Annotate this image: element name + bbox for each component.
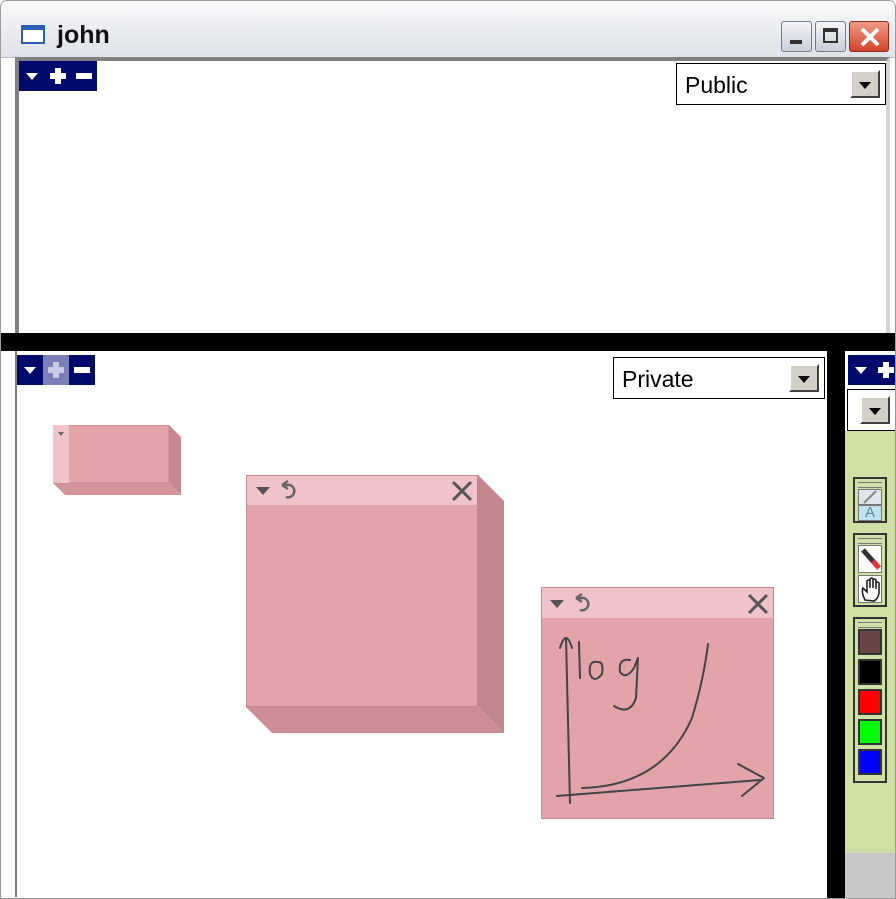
chevron-down-icon: [798, 376, 810, 383]
minimize-button[interactable]: [781, 21, 812, 52]
hand-tool[interactable]: [858, 575, 882, 603]
public-add-button[interactable]: [45, 61, 71, 91]
dropdown-button[interactable]: [860, 396, 890, 424]
chevron-down-icon: [869, 408, 881, 415]
plus-icon: [48, 362, 64, 378]
public-visibility-value: Public: [685, 72, 748, 98]
note-3d-shape: [53, 425, 181, 495]
pen-tool[interactable]: [858, 489, 882, 505]
pen-icon: [863, 490, 877, 504]
close-button[interactable]: [849, 21, 889, 52]
note-blank[interactable]: [246, 475, 506, 735]
dropdown-button[interactable]: [850, 70, 880, 98]
grip-handle[interactable]: [858, 622, 882, 628]
window-icon: [21, 25, 45, 44]
undo-icon[interactable]: [278, 479, 298, 501]
color-swatch[interactable]: [858, 629, 882, 655]
color-swatch[interactable]: [858, 749, 882, 775]
plus-icon: [50, 68, 66, 84]
note-3d-shape: [246, 475, 504, 733]
color-palette: [853, 617, 887, 783]
color-swatch[interactable]: [858, 719, 882, 745]
plus-icon: [877, 362, 894, 378]
public-menu-button[interactable]: [19, 61, 45, 91]
menu-arrow-icon: [855, 366, 867, 374]
color-swatch[interactable]: [858, 689, 882, 715]
private-remove-button[interactable]: [69, 355, 95, 385]
grip-handle[interactable]: [858, 482, 882, 488]
maximize-icon: [823, 28, 838, 43]
minus-icon: [76, 73, 92, 79]
public-remove-button[interactable]: [71, 61, 97, 91]
minimize-icon: [790, 40, 802, 44]
dropdown-button[interactable]: [789, 364, 819, 392]
private-visibility-value: Private: [622, 366, 694, 392]
menu-arrow-icon[interactable]: [550, 600, 564, 610]
text-tool[interactable]: A: [858, 504, 882, 521]
tool-panel-toolbar: [848, 355, 895, 385]
handwritten-sketch: [556, 637, 765, 804]
tool-panel-select[interactable]: [847, 389, 895, 431]
note-small[interactable]: [53, 425, 183, 497]
undo-icon[interactable]: [572, 592, 592, 614]
private-menu-button[interactable]: [17, 355, 43, 385]
tool-menu-button[interactable]: [848, 355, 874, 385]
color-swatch[interactable]: [858, 659, 882, 685]
close-icon: [860, 27, 880, 47]
close-icon[interactable]: [747, 593, 769, 615]
pane-splitter[interactable]: [1, 333, 895, 351]
private-pane-toolbar: [17, 355, 95, 385]
minus-icon: [74, 367, 90, 373]
public-visibility-select[interactable]: Public: [676, 63, 886, 105]
private-visibility-select[interactable]: Private: [613, 357, 825, 399]
maximize-button[interactable]: [815, 21, 846, 52]
private-add-button[interactable]: [43, 355, 69, 385]
title-bar[interactable]: john: [1, 1, 895, 58]
tool-add-button[interactable]: [874, 355, 895, 385]
app-window: john Public Private A: [0, 0, 896, 899]
tool-palette-footer: [845, 853, 895, 898]
text-icon: A: [865, 504, 876, 521]
eraser-icon: [861, 548, 881, 570]
menu-arrow-icon[interactable]: [256, 487, 270, 497]
window-title: john: [57, 21, 110, 49]
close-icon[interactable]: [451, 480, 473, 502]
public-pane-toolbar: [19, 61, 97, 91]
hand-icon: [861, 577, 880, 602]
panel-splitter[interactable]: [827, 351, 845, 898]
edit-tool-group: [853, 533, 887, 607]
grip-handle[interactable]: [858, 538, 882, 544]
note-sketch[interactable]: [541, 587, 774, 819]
menu-arrow-icon: [24, 366, 36, 374]
ink-mode-group: A: [853, 477, 887, 523]
eraser-tool[interactable]: [858, 545, 882, 573]
chevron-down-icon: [859, 82, 871, 89]
menu-arrow-icon: [26, 72, 38, 80]
